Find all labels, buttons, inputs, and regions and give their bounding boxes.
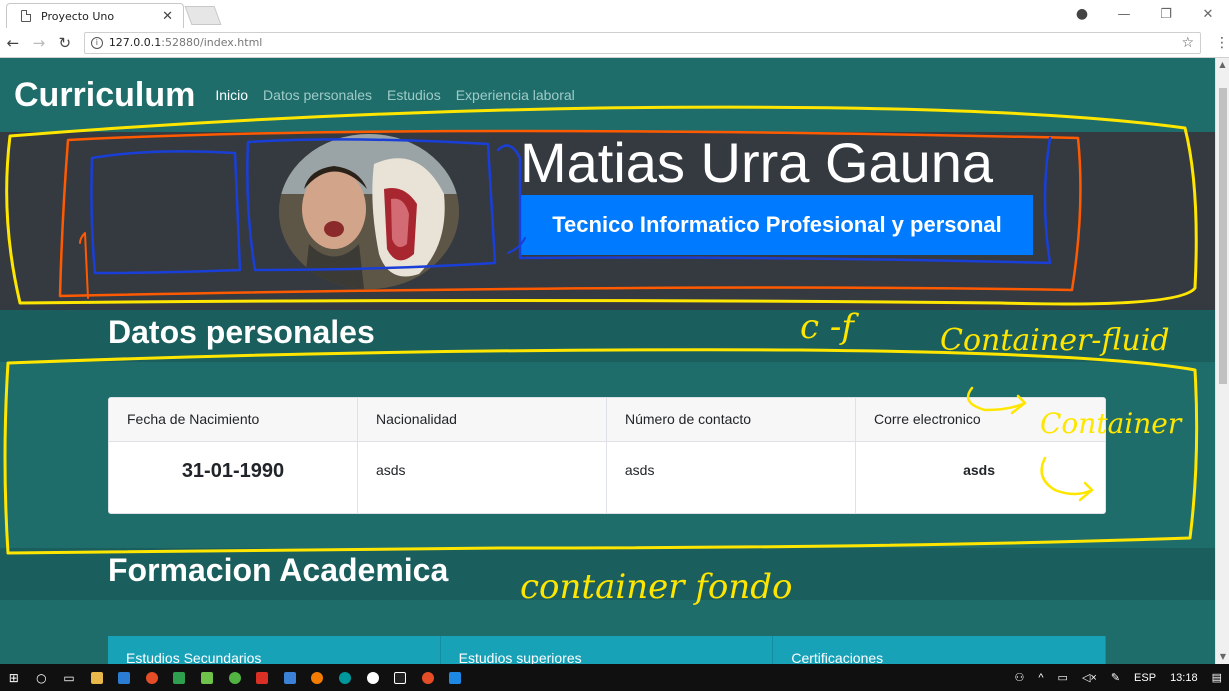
arduino-icon[interactable] — [334, 670, 356, 686]
close-tab-icon[interactable]: ✕ — [162, 9, 173, 24]
header-nacionalidad: Nacionalidad — [358, 398, 607, 441]
chrome-icon[interactable] — [141, 670, 163, 686]
hero-name: Matias Urra Gauna — [520, 131, 994, 194]
store-icon[interactable] — [113, 670, 135, 686]
window-controls: ● — ❐ ✕ — [1061, 0, 1229, 28]
restore-icon[interactable]: ❐ — [1145, 7, 1187, 22]
task-view-icon[interactable]: ▭ — [58, 670, 80, 686]
site-navbar: Curriculum Inicio Datos personales Estud… — [0, 58, 1215, 132]
header-contacto: Número de contacto — [607, 398, 856, 441]
account-icon[interactable]: ● — [1061, 6, 1103, 22]
language-indicator[interactable]: ESP — [1134, 672, 1156, 684]
bookmark-star-icon[interactable]: ☆ — [1181, 35, 1194, 51]
chrome-active-icon[interactable] — [417, 670, 439, 686]
app-icon-5[interactable] — [279, 670, 301, 686]
url-input[interactable]: i 127.0.0.1 :52880/index.html ☆ — [83, 31, 1202, 54]
datos-card-body: 31-01-1990 asds asds asds — [109, 442, 1105, 513]
nav-link-datos-personales[interactable]: Datos personales — [263, 87, 372, 103]
header-secundarios: Estudios Secundarios — [108, 636, 441, 664]
new-tab-button[interactable] — [184, 6, 222, 25]
header-certificaciones: Certificaciones — [773, 636, 1107, 664]
profile-photo — [279, 134, 459, 289]
tab-title: Proyecto Uno — [41, 9, 115, 23]
firefox-icon[interactable] — [306, 670, 328, 686]
info-icon[interactable]: i — [90, 36, 103, 49]
system-tray: ⚇ ^ ▭ ◁× ✎ ESP 13:18 ▤ — [1007, 671, 1229, 685]
app-icon-7[interactable] — [444, 670, 466, 686]
app-icon-6[interactable] — [362, 670, 384, 686]
brand-logo[interactable]: Curriculum — [14, 76, 195, 115]
value-contacto: asds — [607, 442, 856, 513]
volume-icon[interactable]: ◁× — [1082, 671, 1097, 684]
datos-card-header: Fecha de Nacimiento Nacionalidad Número … — [109, 398, 1105, 442]
chevron-up-icon[interactable]: ^ — [1038, 672, 1043, 684]
notifications-icon[interactable]: ▤ — [1212, 671, 1222, 684]
url-host: 127.0.0.1 — [108, 36, 162, 49]
page-scrollbar[interactable]: ▲ ▼ — [1215, 58, 1229, 664]
header-correo: Corre electronico — [874, 411, 981, 427]
hero-subtitle: Tecnico Informatico Profesional y person… — [521, 195, 1033, 255]
scroll-thumb[interactable] — [1219, 88, 1227, 384]
battery-icon[interactable]: ▭ — [1058, 671, 1068, 684]
value-correo: asds — [963, 462, 995, 478]
file-explorer-icon[interactable] — [86, 670, 108, 686]
header-fecha: Fecha de Nacimiento — [109, 398, 358, 441]
back-icon[interactable]: ← — [0, 34, 26, 52]
app-icon-3[interactable] — [224, 670, 246, 686]
nav-link-estudios[interactable]: Estudios — [387, 87, 441, 103]
close-window-icon[interactable]: ✕ — [1187, 7, 1229, 22]
windows-taskbar: ⊞ ○ ▭ ⚇ ^ ▭ ◁× ✎ ESP 13:18 ▤ — [0, 664, 1229, 691]
hero-section: Matias Urra Gauna Tecnico Informatico Pr… — [0, 131, 1215, 310]
app-icon-2[interactable] — [196, 670, 218, 686]
browser-tab[interactable]: Proyecto Uno ✕ — [6, 3, 184, 28]
value-nacionalidad: asds — [358, 442, 607, 513]
section-title-formacion: Formacion Academica — [108, 552, 449, 588]
clock[interactable]: 13:18 — [1170, 672, 1198, 684]
search-icon[interactable]: ○ — [30, 670, 52, 686]
value-fecha: 31-01-1990 — [109, 442, 358, 513]
forward-icon[interactable]: → — [26, 34, 52, 52]
windows-start-icon[interactable]: ⊞ — [3, 670, 25, 686]
minimize-icon[interactable]: — — [1103, 7, 1145, 22]
menu-kebab-icon[interactable]: ⋮ — [1215, 35, 1229, 51]
page-icon — [21, 10, 31, 22]
reload-icon[interactable]: ↻ — [52, 34, 78, 52]
pycharm-icon[interactable] — [389, 670, 411, 686]
browser-tabstrip: Proyecto Uno ✕ ● — ❐ ✕ — [0, 0, 1229, 28]
url-path: :52880/index.html — [161, 36, 263, 49]
app-icon-1[interactable] — [168, 670, 190, 686]
formacion-card: Estudios Secundarios Estudios superiores… — [108, 636, 1107, 664]
datos-card: Fecha de Nacimiento Nacionalidad Número … — [108, 397, 1106, 514]
scroll-down-icon[interactable]: ▼ — [1216, 650, 1229, 664]
scroll-up-icon[interactable]: ▲ — [1216, 58, 1229, 72]
address-bar: ← → ↻ i 127.0.0.1 :52880/index.html ☆ ⋮ — [0, 28, 1229, 58]
nav-link-experiencia-laboral[interactable]: Experiencia laboral — [456, 87, 575, 103]
pen-icon[interactable]: ✎ — [1111, 671, 1120, 684]
page-viewport: Curriculum Inicio Datos personales Estud… — [0, 58, 1215, 664]
header-superiores: Estudios superiores — [441, 636, 774, 664]
section-title-datos: Datos personales — [108, 314, 375, 350]
people-icon[interactable]: ⚇ — [1014, 671, 1024, 684]
nav-link-inicio[interactable]: Inicio — [215, 87, 248, 103]
app-icon-4[interactable] — [251, 670, 273, 686]
